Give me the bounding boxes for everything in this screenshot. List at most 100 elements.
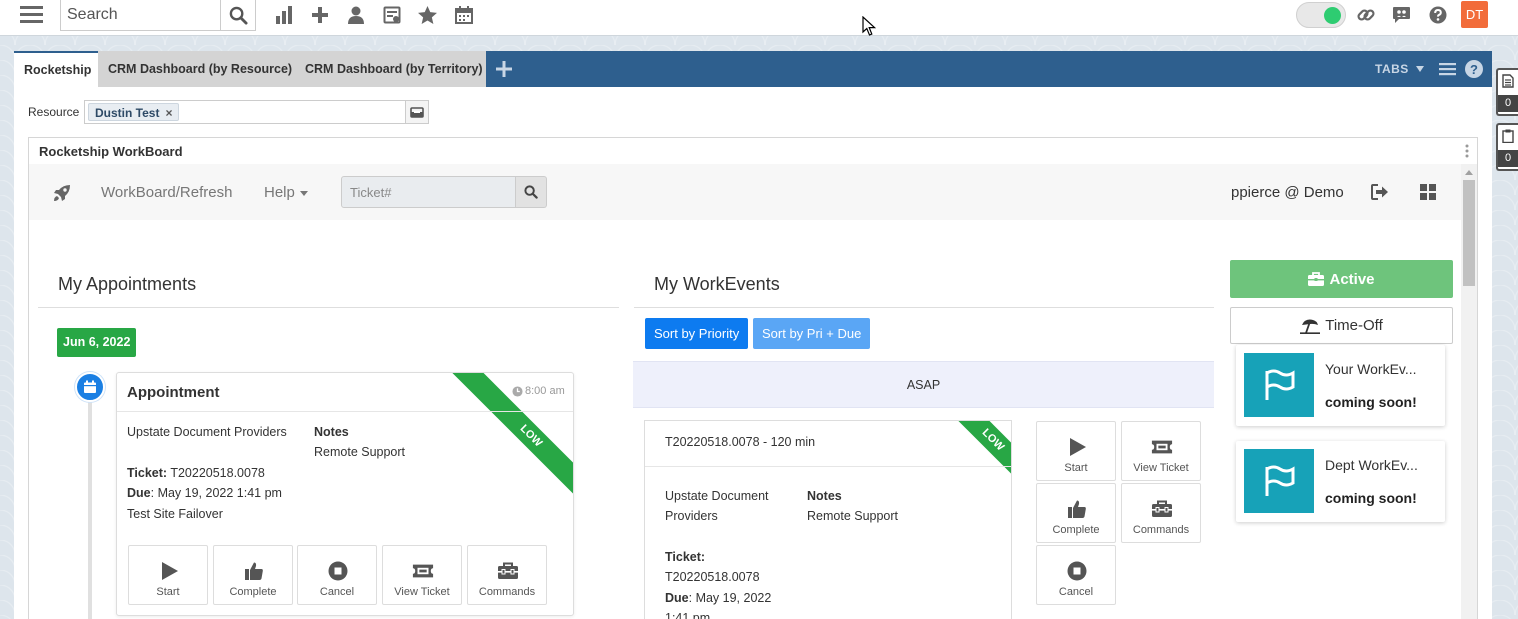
workevent-complete-button[interactable]: Complete xyxy=(1036,483,1116,543)
priority-ribbon: LOW xyxy=(945,421,1011,487)
timeline-line xyxy=(88,376,92,619)
workevent-card[interactable]: T20220518.0078 - 120 min LOW Upstate Doc… xyxy=(644,420,1012,619)
appointments-heading: My Appointments xyxy=(58,274,197,294)
tab-crm-dashboard-resource[interactable]: CRM Dashboard (by Resource) xyxy=(98,51,295,87)
hamburger-menu-icon[interactable] xyxy=(20,4,44,26)
caret-down-icon xyxy=(299,190,308,196)
appointment-due: Due: May 19, 2022 1:41 pm xyxy=(127,486,282,500)
workevent-start-button[interactable]: Start xyxy=(1036,421,1116,481)
main-panel: Rocketship CRM Dashboard (by Resource) C… xyxy=(14,51,1492,619)
help-dropdown[interactable]: Help xyxy=(264,184,308,201)
tabs-dropdown[interactable]: TABS xyxy=(1375,62,1409,76)
workevent-ticket-label: Ticket: xyxy=(665,550,706,564)
scrollbar-thumb[interactable] xyxy=(1463,180,1475,286)
calendar-icon[interactable] xyxy=(453,4,475,26)
mouse-cursor-icon xyxy=(862,16,876,37)
sort-by-priority-button[interactable]: Sort by Priority xyxy=(645,318,749,349)
your-workevents-subtitle: coming soon! xyxy=(1325,394,1417,410)
ticket-icon xyxy=(1151,436,1173,458)
clipboard-count: 0 xyxy=(1498,150,1518,167)
tab-menu-icon[interactable] xyxy=(1439,61,1456,77)
cancel-label: Cancel xyxy=(319,586,355,598)
star-icon[interactable] xyxy=(416,4,438,26)
resource-select[interactable]: Dustin Test × xyxy=(84,100,406,124)
resource-label: Resource xyxy=(28,105,80,119)
your-workevents-card[interactable]: Your WorkEv... coming soon! xyxy=(1236,345,1445,426)
help-icon[interactable] xyxy=(1427,4,1449,26)
workevent-commands-button[interactable]: Commands xyxy=(1121,483,1201,543)
current-user: ppierce @ Demo xyxy=(1231,184,1344,201)
sign-out-icon[interactable] xyxy=(1371,184,1389,200)
user-avatar[interactable]: DT xyxy=(1461,1,1488,28)
card-divider xyxy=(645,466,1011,467)
cancel-button[interactable]: Cancel xyxy=(297,545,377,605)
status-toggle[interactable] xyxy=(1296,2,1346,28)
ticket-search xyxy=(341,176,547,208)
clipboard-icon xyxy=(1502,129,1514,143)
commands-label: Commands xyxy=(478,586,536,598)
toolbox-icon xyxy=(1151,498,1173,520)
workevent-start-label: Start xyxy=(1064,462,1088,474)
view-ticket-button[interactable]: View Ticket xyxy=(382,545,462,605)
ticket-search-button[interactable] xyxy=(516,176,547,208)
widget-title: Rocketship WorkBoard xyxy=(39,144,183,159)
resource-chip-label: Dustin Test xyxy=(95,106,160,120)
workboard-refresh-link[interactable]: WorkBoard/Refresh xyxy=(101,184,232,201)
tab-help-icon[interactable]: ? xyxy=(1465,60,1483,78)
tab-rocketship[interactable]: Rocketship xyxy=(14,51,98,87)
workboard-widget: Rocketship WorkBoard WorkBoard/Refresh H… xyxy=(28,137,1478,619)
priority-ribbon-label: LOW xyxy=(452,373,573,513)
chat-icon[interactable] xyxy=(1390,4,1412,26)
dept-workevents-card[interactable]: Dept WorkEv... coming soon! xyxy=(1236,441,1445,522)
search-icon xyxy=(229,6,248,25)
global-search xyxy=(60,0,256,31)
start-button[interactable]: Start xyxy=(128,545,208,605)
search-button[interactable] xyxy=(220,0,255,30)
time-off-label: Time-Off xyxy=(1325,317,1383,334)
appointment-company: Upstate Document Providers xyxy=(127,425,287,439)
workevent-due-value: : May 19, 2022 xyxy=(688,591,772,605)
asap-group-header: ASAP xyxy=(633,361,1214,408)
card-divider xyxy=(117,411,573,412)
active-status-label: Active xyxy=(1329,270,1375,288)
complete-button[interactable]: Complete xyxy=(213,545,293,605)
person-icon[interactable] xyxy=(345,4,367,26)
widget-scrollbar[interactable] xyxy=(1461,164,1477,619)
invoice-icon[interactable] xyxy=(381,4,403,26)
appointment-notes-label: Notes xyxy=(314,425,349,439)
play-icon xyxy=(158,560,180,582)
layout-grid-icon[interactable] xyxy=(1420,184,1436,200)
workevent-ticket-link[interactable]: T20220518.0078 xyxy=(665,570,760,584)
complete-label: Complete xyxy=(229,586,277,598)
commands-button[interactable]: Commands xyxy=(467,545,547,605)
time-off-button[interactable]: Time-Off xyxy=(1230,307,1453,344)
resource-picker-button[interactable] xyxy=(405,100,429,124)
global-search-input[interactable] xyxy=(61,0,220,30)
scroll-up-icon[interactable] xyxy=(1465,170,1473,175)
workevent-notes-label: Notes xyxy=(807,489,842,503)
ticket-search-input[interactable] xyxy=(341,176,516,208)
clipboard-rail-button[interactable]: 0 xyxy=(1496,123,1518,171)
link-icon[interactable] xyxy=(1355,4,1377,26)
plus-icon[interactable] xyxy=(309,4,331,26)
add-tab-icon[interactable] xyxy=(494,59,514,79)
workevent-due: Due: May 19, 2022 xyxy=(665,591,771,605)
documents-count: 0 xyxy=(1498,95,1518,112)
toggle-knob xyxy=(1324,7,1341,24)
workevent-cancel-button[interactable]: Cancel xyxy=(1036,545,1116,605)
tab-crm-dashboard-territory[interactable]: CRM Dashboard (by Territory) xyxy=(295,51,486,87)
briefcase-icon xyxy=(1308,272,1325,286)
appointment-title: Appointment xyxy=(127,384,220,401)
appointment-ticket-link[interactable]: T20220518.0078 xyxy=(170,466,265,480)
appointment-card[interactable]: Appointment 8:00 am LOW Upstate Document… xyxy=(116,372,574,616)
documents-rail-button[interactable]: 0 xyxy=(1496,68,1518,116)
widget-options-icon[interactable] xyxy=(1465,144,1469,158)
rocket-icon[interactable] xyxy=(53,184,71,202)
active-status-button[interactable]: Active xyxy=(1230,260,1453,298)
tabs-caret-icon[interactable] xyxy=(1416,66,1424,72)
remove-resource-button[interactable]: × xyxy=(165,106,172,120)
sort-by-priority-due-button[interactable]: Sort by Pri + Due xyxy=(753,318,871,349)
workevents-heading: My WorkEvents xyxy=(654,274,780,294)
chart-icon[interactable] xyxy=(273,4,295,26)
workevent-view-ticket-button[interactable]: View Ticket xyxy=(1121,421,1201,481)
